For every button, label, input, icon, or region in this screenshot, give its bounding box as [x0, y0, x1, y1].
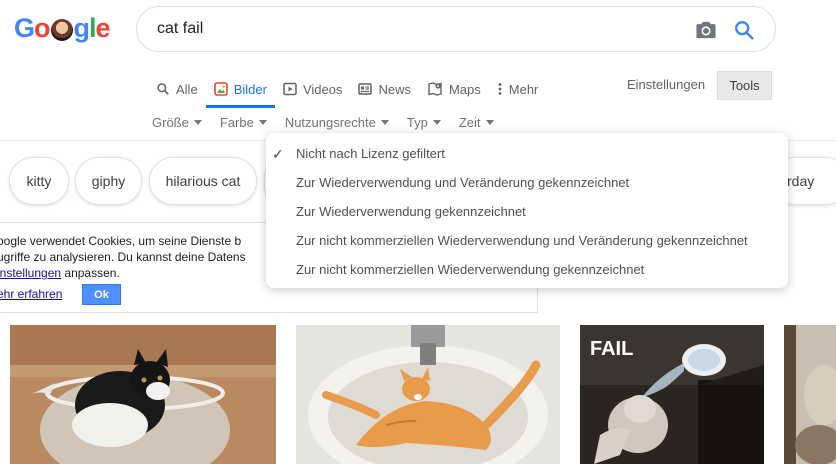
tab-label: Bilder — [233, 81, 267, 97]
caret-down-icon — [258, 119, 267, 125]
logo-letter: o — [34, 12, 50, 43]
google-logo[interactable]: G o g l e — [14, 12, 111, 44]
cat-in-bowl-image — [10, 325, 276, 464]
license-option-reuse[interactable]: Zur Wiederverwendung gekennzeichnet — [266, 197, 788, 226]
cat-in-sink-image — [296, 325, 560, 464]
filter-label: Größe — [152, 114, 189, 130]
google-images-page: G o g l e Alle — [0, 0, 836, 464]
more-vert-icon — [498, 83, 502, 95]
cat-fail-water-image: FAIL — [580, 325, 764, 464]
filter-label: Zeit — [458, 114, 481, 130]
image-result-cat-partial[interactable] — [784, 325, 836, 464]
video-icon — [283, 82, 297, 96]
tab-label: Videos — [302, 81, 343, 97]
image-icon — [213, 82, 228, 96]
caret-down-icon — [485, 119, 494, 125]
search-icon — [157, 83, 169, 95]
chip-label: kitty — [26, 173, 52, 189]
tab-label: Mehr — [508, 81, 539, 97]
related-chip[interactable]: kitty — [9, 157, 69, 205]
cookie-text-rest: anpassen. — [61, 266, 120, 280]
image-result-cat-in-sink[interactable] — [296, 325, 560, 464]
cat-partial-image — [784, 325, 836, 464]
news-icon — [358, 83, 373, 95]
cookie-ok-button[interactable]: Ok — [82, 284, 121, 305]
tab-label: Maps — [448, 81, 481, 97]
chip-label: giphy — [91, 173, 126, 189]
camera-icon[interactable] — [695, 20, 717, 40]
tab-label: News — [378, 81, 411, 97]
chip-label: rday — [787, 173, 815, 189]
filter-time[interactable]: Zeit — [459, 115, 494, 130]
image-result-cat-fail-water[interactable]: FAIL — [580, 325, 764, 464]
tab-videos[interactable]: Videos — [275, 70, 351, 108]
usage-rights-dropdown: ✓ Nicht nach Lizenz gefiltert Zur Wieder… — [266, 133, 788, 288]
license-option-not-filtered[interactable]: ✓ Nicht nach Lizenz gefiltert — [266, 139, 788, 168]
license-option-noncommercial-reuse-modify[interactable]: Zur nicht kommerziellen Wiederverwendung… — [266, 226, 788, 255]
tab-maps[interactable]: Maps — [419, 70, 489, 108]
tools-button[interactable]: Tools — [717, 71, 772, 100]
search-box — [136, 6, 776, 52]
filter-usage-rights[interactable]: Nutzungsrechte — [285, 115, 389, 130]
filter-label: Nutzungsrechte — [284, 114, 376, 130]
tab-images[interactable]: Bilder — [205, 70, 276, 108]
cookie-settings-link[interactable]: instellungen — [0, 266, 61, 280]
caret-down-icon — [193, 119, 202, 125]
option-label: Zur nicht kommerziellen Wiederverwendung… — [296, 262, 645, 277]
learn-more-link[interactable]: ehr erfahren — [0, 287, 62, 301]
logo-letter: e — [95, 12, 111, 43]
option-label: Zur nicht kommerziellen Wiederverwendung… — [296, 233, 748, 248]
related-chip[interactable]: hilarious cat — [149, 157, 257, 205]
doodle-face-icon — [50, 19, 73, 41]
chip-label: hilarious cat — [165, 173, 241, 189]
option-label: Zur Wiederverwendung gekennzeichnet — [296, 204, 526, 219]
caret-down-icon — [380, 119, 389, 125]
image-result-cat-in-bowl[interactable] — [10, 325, 276, 464]
search-icon[interactable] — [733, 19, 755, 41]
filter-label: Farbe — [219, 114, 254, 130]
map-icon — [428, 82, 442, 96]
filter-label: Typ — [406, 114, 428, 130]
search-tabs: Alle Bilder Videos News Maps Mehr — [148, 70, 546, 108]
option-label: Nicht nach Lizenz gefiltert — [296, 146, 445, 161]
settings-link[interactable]: Einstellungen — [619, 70, 713, 100]
tab-all[interactable]: Alle — [148, 70, 206, 108]
tab-news[interactable]: News — [350, 70, 419, 108]
search-input[interactable] — [157, 20, 677, 38]
tab-label: Alle — [176, 81, 198, 97]
logo-letter: g — [73, 12, 90, 43]
license-option-noncommercial-reuse[interactable]: Zur nicht kommerziellen Wiederverwendung… — [266, 255, 788, 284]
checkmark-icon: ✓ — [272, 146, 284, 162]
tab-more[interactable]: Mehr — [489, 70, 547, 108]
fail-caption: FAIL — [590, 338, 633, 360]
filter-size[interactable]: Größe — [152, 115, 202, 130]
option-label: Zur Wiederverwendung und Veränderung gek… — [296, 175, 630, 190]
caret-down-icon — [432, 119, 441, 125]
filter-color[interactable]: Farbe — [220, 115, 267, 130]
license-option-reuse-modify[interactable]: Zur Wiederverwendung und Veränderung gek… — [266, 168, 788, 197]
logo-letter: G — [14, 12, 35, 43]
filter-type[interactable]: Typ — [407, 115, 441, 130]
related-chip[interactable]: giphy — [75, 157, 142, 205]
tools-filter-bar: Größe Farbe Nutzungsrechte Typ Zeit — [152, 112, 512, 132]
